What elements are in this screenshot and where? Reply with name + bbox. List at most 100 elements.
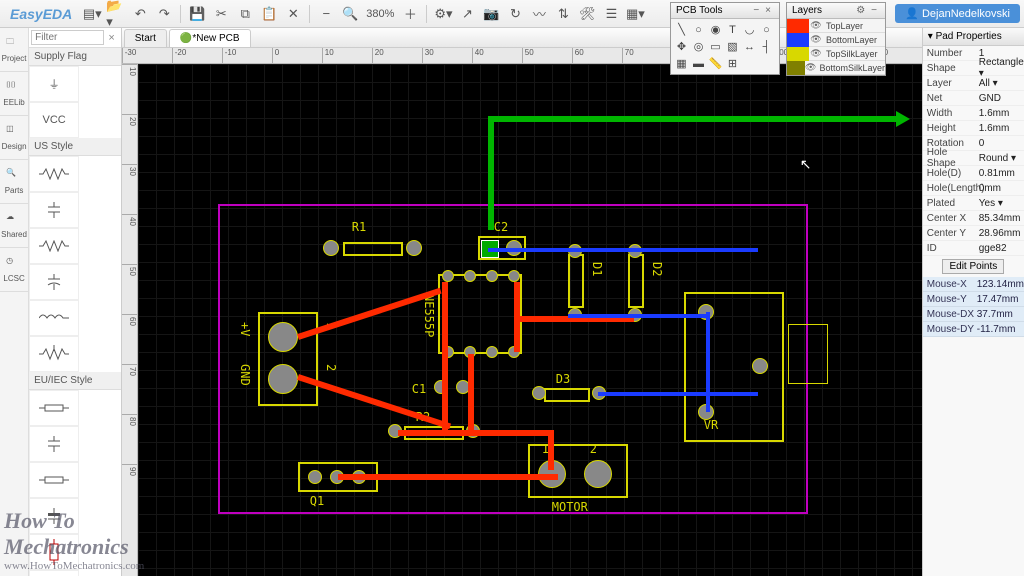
trace-r9[interactable] [548,430,554,470]
trace-r4[interactable] [338,474,558,480]
list-icon[interactable]: ☰ [601,4,621,24]
lib-section-supply[interactable]: Supply Flag [29,48,121,66]
pad-ic-1[interactable] [442,270,454,282]
clear-filter-icon[interactable]: × [104,32,118,44]
zoom-out-icon[interactable]: − [316,4,336,24]
chip-icon[interactable]: ▦▾ [625,4,645,24]
minimize-icon[interactable]: − [868,5,880,16]
export-icon[interactable]: ⇅ [553,4,573,24]
layer-row[interactable]: 👁BottomSilkLayer [787,61,885,75]
lib-section-eu[interactable]: EU/IEC Style [29,372,121,390]
silk-d3[interactable] [544,388,590,402]
silk-ne555[interactable] [438,274,522,354]
layer-row[interactable]: 👁BottomLayer [787,33,885,47]
prop-value[interactable]: 85.34mm [977,213,1024,224]
prop-value[interactable]: Yes ▾ [977,198,1024,209]
image-tool-icon[interactable]: ▧ [724,38,741,55]
user-button[interactable]: 👤 DejanNedelkovski [895,4,1020,23]
via-tool-icon[interactable]: ◉ [707,21,724,38]
pad-tool-icon[interactable]: ○ [690,21,707,38]
save-icon[interactable]: 💾 [187,4,207,24]
copy-icon[interactable]: ⧉ [235,4,255,24]
layer-row[interactable]: 👁TopSilkLayer [787,47,885,61]
trace-r7[interactable] [468,354,474,434]
side-tab-eelib[interactable]: ⌷⌷EELib [0,72,28,116]
prop-value[interactable]: 0mm [977,183,1024,194]
pad-power-1[interactable] [268,322,298,352]
pcb-canvas[interactable]: +V GND 1 2 R1 C2 NE555P [138,64,922,576]
arc-tool-icon[interactable]: ◡ [741,21,758,38]
dim-tool-icon[interactable]: ↔ [741,38,758,55]
pad-ic-4[interactable] [508,270,520,282]
trace-top[interactable] [488,116,898,122]
lib-cell-polcap-eu[interactable] [29,498,79,534]
pad-ic-3[interactable] [486,270,498,282]
lib-cell-ind[interactable] [29,228,79,264]
undo-icon[interactable]: ↶ [130,4,150,24]
pad-motor-2[interactable] [584,460,612,488]
prop-value[interactable]: 0 [977,138,1024,149]
lib-cell-cap-eu[interactable] [29,426,79,462]
camera-icon[interactable]: 📷 [481,4,501,24]
pad-vr-2[interactable] [752,358,768,374]
layer-row[interactable]: 👁TopLayer [787,19,885,33]
trace-b3[interactable] [706,312,710,412]
share-icon[interactable]: ↗ [457,4,477,24]
tools-icon[interactable]: 🛠 [577,4,597,24]
trace-b4[interactable] [598,392,758,396]
zoom-level[interactable]: 380% [364,8,396,20]
pcb-tools-panel[interactable]: PCB Tools−× ╲ ○ ◉ T ◡ ○ ✥ ◎ ▭ ▧ ↔ ┤ ▦ ▬ … [670,2,780,75]
lib-cell-resistor[interactable] [29,156,79,192]
hole-tool-icon[interactable]: ◎ [690,38,707,55]
connect-tool-icon[interactable]: ┤ [758,38,775,55]
silk-d2[interactable] [628,254,644,308]
layers-settings-icon[interactable]: ⚙ [853,5,868,16]
prop-value[interactable]: 0.81mm [977,168,1024,179]
trace-r3[interactable] [442,282,448,432]
prop-value[interactable]: gge82 [977,243,1024,254]
rect-tool-icon[interactable]: ▭ [707,38,724,55]
redo-icon[interactable]: ↷ [154,4,174,24]
prop-value[interactable]: Round ▾ [977,153,1024,164]
chevron-down-icon[interactable]: ▾ [1011,153,1016,164]
side-tab-lcsc[interactable]: ◷LCSC [0,248,28,292]
copper-tool-icon[interactable]: ▦ [673,55,690,72]
side-tab-project[interactable]: 🗀Project [0,28,28,72]
measure-tool-icon[interactable]: 📏 [707,55,724,72]
pad-d3-1[interactable] [532,386,546,400]
close-icon[interactable]: × [762,5,774,16]
paste-icon[interactable]: 📋 [259,4,279,24]
settings-icon[interactable]: ⚙▾ [433,4,453,24]
tab-start[interactable]: Start [124,29,167,47]
prop-value[interactable]: 1.6mm [977,108,1024,119]
pad-r1-1[interactable] [323,240,339,256]
lib-cell-fuse[interactable] [29,534,79,570]
prop-value[interactable]: 1.6mm [977,123,1024,134]
file-menu-icon[interactable]: ▤▾ [82,4,102,24]
silk-d1[interactable] [568,254,584,308]
filter-input[interactable] [31,30,104,45]
lib-cell-coil[interactable] [29,300,79,336]
side-tab-design[interactable]: ◫Design [0,116,28,160]
lib-cell-vcc[interactable]: VCC [29,102,79,138]
trace-r8[interactable] [398,430,548,436]
group-tool-icon[interactable]: ⊞ [724,55,741,72]
lib-cell-pot-eu[interactable] [29,570,79,576]
trace-b2[interactable] [568,314,708,318]
pad-q1-1[interactable] [308,470,322,484]
pad-power-2[interactable] [268,364,298,394]
pad-ic-7[interactable] [486,346,498,358]
eye-icon[interactable]: 👁 [809,34,823,45]
trace-top-v[interactable] [488,116,494,230]
silk-vr-body[interactable] [788,324,828,384]
open-icon[interactable]: 📂▾ [106,4,126,24]
lib-section-us[interactable]: US Style [29,138,121,156]
prop-value[interactable]: Rectangle ▾ [977,57,1024,79]
refresh-icon[interactable]: ↻ [505,4,525,24]
trace-b1[interactable] [488,248,758,252]
track-tool-icon[interactable]: ╲ [673,21,690,38]
lib-cell-cap[interactable] [29,192,79,228]
silk-r1[interactable] [343,242,403,256]
eye-icon[interactable]: 👁 [809,48,823,59]
text-tool-icon[interactable]: T [724,21,741,38]
